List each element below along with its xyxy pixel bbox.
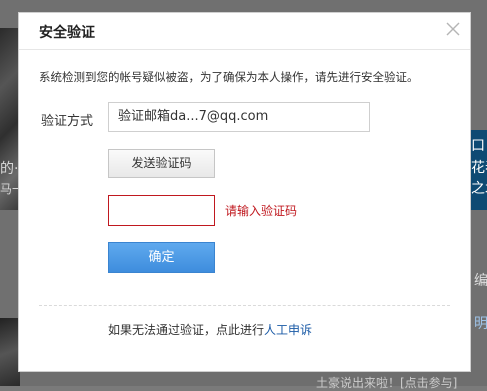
security-verification-dialog: 安全验证 系统检测到您的帐号疑似被盗，为了确保为本人操作，请先进行安全验证。 验… [18,12,471,372]
background-text: 花春 [471,160,487,176]
code-error-message: 请输入验证码 [225,204,298,218]
dialog-header: 安全验证 [19,13,470,50]
confirm-button[interactable]: 确定 [108,242,215,273]
verification-code-input[interactable] [108,195,215,226]
dialog-title: 安全验证 [39,25,95,41]
security-notice: 系统检测到您的帐号疑似被盗，为了确保为本人操作，请先进行安全验证。 [39,70,419,84]
send-code-button[interactable]: 发送验证码 [108,149,215,178]
manual-appeal-link[interactable]: 人工申诉 [264,323,312,337]
appeal-prefix-text: 如果无法通过验证，点此进行 [108,323,265,337]
appeal-footer: 如果无法通过验证，点此进行人工申诉 [108,321,312,338]
background-text: 之北 [471,181,487,197]
background-image-left-bottom [0,318,20,386]
close-icon[interactable] [444,20,462,38]
background-text: 土豪说出来啦！[点击参与] [316,376,458,390]
background-text: 编 [474,273,487,289]
divider [39,305,450,306]
verification-method-label: 验证方式 [41,114,94,129]
background-text: 的· [0,161,19,177]
background-text: 口 [471,138,485,154]
verification-method-select[interactable]: 验证邮箱da...7@qq.com [108,102,370,132]
background-text: 明星 [474,316,487,332]
